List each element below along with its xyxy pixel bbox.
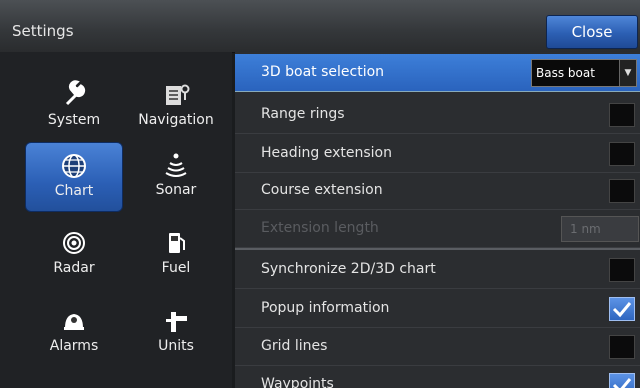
setting-row-range-rings[interactable]: Range rings	[235, 96, 640, 134]
setting-label: Grid lines	[261, 338, 328, 354]
sidebar-item-label: Sonar	[155, 182, 197, 198]
alarm-bell-icon	[25, 306, 123, 336]
setting-label: Course extension	[261, 182, 383, 198]
setting-label: Popup information	[261, 300, 390, 316]
settings-window: Settings Close System Navigation Chart S…	[0, 0, 640, 388]
setting-label: 3D boat selection	[261, 64, 385, 80]
sidebar-item-label: Fuel	[161, 260, 191, 276]
settings-sidebar: System Navigation Chart Sonar Radar Fuel…	[0, 52, 232, 388]
setting-row-synchronize[interactable]: Synchronize 2D/3D chart	[235, 251, 640, 289]
title-bar: Settings Close	[0, 0, 640, 53]
heading-extension-checkbox[interactable]	[609, 142, 635, 166]
sidebar-item-radar[interactable]: Radar	[25, 220, 123, 290]
setting-label: Waypoints	[261, 376, 334, 388]
waypoints-checkbox[interactable]	[609, 373, 635, 388]
setting-row-grid-lines[interactable]: Grid lines	[235, 328, 640, 366]
chevron-down-icon: ▼	[619, 60, 636, 86]
sidebar-item-sonar[interactable]: Sonar	[127, 142, 225, 212]
synchronize-checkbox[interactable]	[609, 258, 635, 282]
sidebar-item-fuel[interactable]: Fuel	[127, 220, 225, 290]
wrench-icon	[25, 80, 123, 110]
range-rings-checkbox[interactable]	[609, 103, 635, 127]
close-button[interactable]: Close	[546, 15, 638, 49]
setting-row-waypoints[interactable]: Waypoints	[235, 366, 640, 388]
setting-label: Synchronize 2D/3D chart	[261, 261, 436, 277]
setting-row-heading-extension[interactable]: Heading extension	[235, 135, 640, 173]
sidebar-item-label: System	[47, 112, 101, 128]
radar-icon	[25, 228, 123, 258]
dropdown-value: Bass boat	[536, 66, 595, 80]
grid-lines-checkbox[interactable]	[609, 335, 635, 359]
sonar-icon	[127, 150, 225, 180]
globe-icon	[26, 151, 122, 181]
chart-settings-list: 3D boat selection Bass boat ▼ Range ring…	[235, 52, 640, 388]
course-extension-checkbox[interactable]	[609, 179, 635, 203]
checkmark-icon	[612, 378, 632, 388]
sidebar-item-label: Alarms	[49, 338, 99, 354]
setting-label: Range rings	[261, 106, 345, 122]
setting-row-boat-selection[interactable]: 3D boat selection Bass boat ▼	[235, 54, 640, 92]
sidebar-item-label: Navigation	[138, 112, 214, 128]
setting-row-popup-information[interactable]: Popup information	[235, 290, 640, 328]
extension-length-field: 1 nm	[561, 216, 639, 242]
fuel-pump-icon	[127, 228, 225, 258]
sidebar-item-units[interactable]: Units	[127, 298, 225, 368]
setting-label: Extension length	[261, 220, 379, 236]
checkmark-icon	[612, 302, 632, 318]
sidebar-item-label: Radar	[53, 260, 95, 276]
sidebar-item-navigation[interactable]: Navigation	[127, 72, 225, 142]
setting-row-extension-length: Extension length 1 nm	[235, 210, 640, 248]
setting-label: Heading extension	[261, 145, 392, 161]
sidebar-item-label: Chart	[54, 183, 94, 199]
popup-information-checkbox[interactable]	[609, 297, 635, 321]
setting-row-course-extension[interactable]: Course extension	[235, 172, 640, 210]
units-icon	[127, 306, 225, 336]
sidebar-item-alarms[interactable]: Alarms	[25, 298, 123, 368]
boat-selection-dropdown[interactable]: Bass boat ▼	[531, 59, 637, 87]
navigation-icon	[127, 80, 225, 110]
sidebar-item-system[interactable]: System	[25, 72, 123, 142]
sidebar-item-label: Units	[158, 338, 194, 354]
field-value: 1 nm	[570, 222, 601, 236]
sidebar-item-chart[interactable]: Chart	[25, 142, 123, 212]
section-divider	[235, 248, 640, 250]
window-title: Settings	[12, 22, 74, 40]
